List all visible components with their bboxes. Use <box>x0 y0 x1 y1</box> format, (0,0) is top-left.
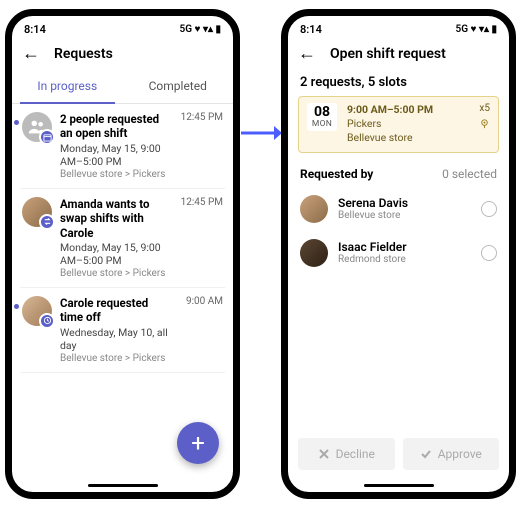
item-subtitle: Wednesday, May 10, all day <box>60 326 174 352</box>
list-item[interactable]: Carole requested time off Wednesday, May… <box>20 288 225 373</box>
page-header: ← Requests <box>12 39 233 71</box>
request-summary: 2 requests, 5 slots <box>288 71 509 96</box>
item-title: Amanda wants to swap shifts with Carole <box>60 197 169 240</box>
avatar <box>300 195 328 223</box>
item-subtitle: Monday, May 15, 9:00 AM–5:00 PM <box>60 142 169 168</box>
shift-info: 9:00 AM–5:00 PM Pickers Bellevue store <box>347 103 469 146</box>
list-item[interactable]: 2 people requested an open shift Monday,… <box>20 104 225 189</box>
back-icon[interactable]: ← <box>298 45 316 63</box>
page-title: Open shift request <box>330 46 446 62</box>
selected-count: 0 selected <box>442 167 497 181</box>
status-time: 8:14 <box>24 23 46 36</box>
requester-store: Bellevue store <box>338 210 408 221</box>
home-indicator <box>88 484 158 487</box>
status-bar: 8:14 5G ♥ ▾▴ ▮ <box>288 16 509 39</box>
shift-card[interactable]: 08 MON 9:00 AM–5:00 PM Pickers Bellevue … <box>298 96 499 153</box>
list-item[interactable]: Amanda wants to swap shifts with Carole … <box>20 189 225 288</box>
phone-requests-list: 8:14 5G ♥ ▾▴ ▮ ← Requests In progress Co… <box>5 9 240 499</box>
navigation-arrow-icon <box>240 123 282 143</box>
requester-store: Redmond store <box>338 254 407 265</box>
item-location: Bellevue store > Pickers <box>60 169 169 180</box>
requester-row[interactable]: Isaac Fielder Redmond store <box>288 231 509 275</box>
item-time: 12:45 PM <box>181 197 223 279</box>
requester-row[interactable]: Serena Davis Bellevue store <box>288 187 509 231</box>
item-location: Bellevue store > Pickers <box>60 268 169 279</box>
status-time: 8:14 <box>300 23 322 36</box>
shift-date: 08 MON <box>307 103 337 131</box>
phone-open-shift-request: 8:14 5G ♥ ▾▴ ▮ ← Open shift request 2 re… <box>281 9 516 499</box>
item-title: 2 people requested an open shift <box>60 112 169 141</box>
avatar <box>300 239 328 267</box>
slot-multiplier: x5 <box>479 103 490 114</box>
request-list: 2 people requested an open shift Monday,… <box>12 104 233 373</box>
select-checkbox[interactable] <box>481 245 497 261</box>
check-icon <box>420 448 432 460</box>
unread-dot <box>14 120 19 125</box>
page-header: ← Open shift request <box>288 39 509 71</box>
item-title: Carole requested time off <box>60 296 174 325</box>
tab-in-progress[interactable]: In progress <box>12 71 123 103</box>
back-icon[interactable]: ← <box>22 45 40 63</box>
section-header: Requested by 0 selected <box>288 153 509 187</box>
item-location: Bellevue store > Pickers <box>60 353 174 364</box>
item-time: 12:45 PM <box>181 112 223 180</box>
item-time: 9:00 AM <box>186 296 223 364</box>
unread-dot <box>14 304 19 309</box>
open-shift-badge-icon <box>39 129 55 145</box>
tabs: In progress Completed <box>12 71 233 104</box>
location-pin-icon <box>479 118 490 129</box>
shift-meta: x5 <box>479 103 490 129</box>
item-subtitle: Monday, May 15, 9:00 AM–5:00 PM <box>60 241 169 267</box>
status-icons: 5G ♥ ▾▴ ▮ <box>180 24 221 35</box>
close-icon <box>318 448 330 460</box>
status-bar: 8:14 5G ♥ ▾▴ ▮ <box>12 16 233 39</box>
timeoff-badge-icon <box>39 313 55 329</box>
avatar <box>22 197 52 227</box>
add-button[interactable]: + <box>177 422 219 464</box>
tab-completed[interactable]: Completed <box>123 71 234 103</box>
requester-name: Serena Davis <box>338 196 408 210</box>
approve-button[interactable]: Approve <box>403 438 500 470</box>
select-checkbox[interactable] <box>481 201 497 217</box>
status-icons: 5G ♥ ▾▴ ▮ <box>456 24 497 35</box>
page-title: Requests <box>54 46 113 62</box>
section-label: Requested by <box>300 167 373 181</box>
swap-badge-icon <box>39 214 55 230</box>
avatar <box>22 296 52 326</box>
decline-button[interactable]: Decline <box>298 438 395 470</box>
action-bar: Decline Approve <box>298 438 499 470</box>
group-avatar-icon <box>22 112 52 142</box>
home-indicator <box>364 484 434 487</box>
requester-name: Isaac Fielder <box>338 240 407 254</box>
